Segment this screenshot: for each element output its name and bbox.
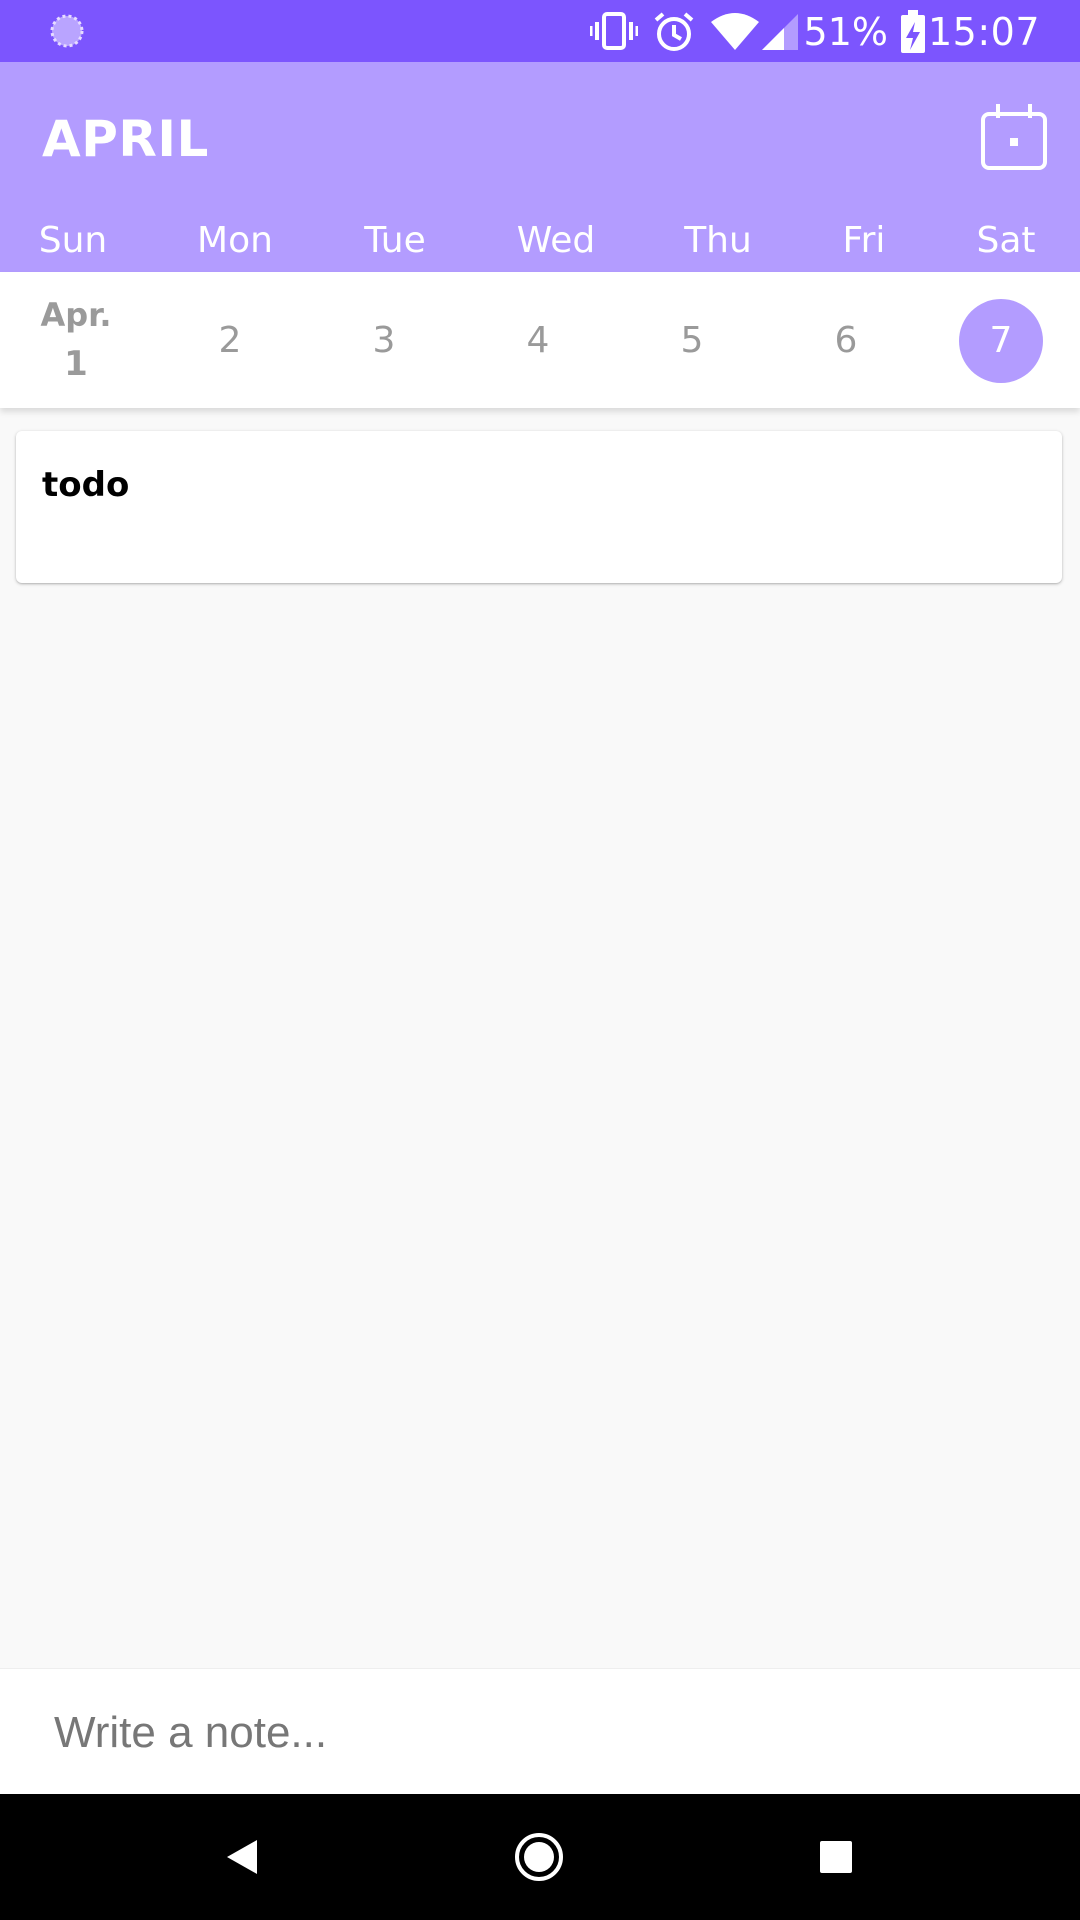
date-day-label: 3 (372, 320, 396, 361)
note-card[interactable]: todo (16, 431, 1062, 583)
date-cell-3[interactable]: 3 (309, 272, 459, 408)
weekday-sat: Sat (976, 220, 1036, 261)
date-day-label: 4 (526, 320, 550, 361)
signal-icon (762, 12, 800, 56)
month-title: APRIL (42, 110, 209, 168)
loading-icon (48, 12, 86, 54)
date-day-label: 1 (64, 344, 88, 384)
clock: 15:07 (927, 10, 1040, 54)
date-cell-selected[interactable]: 7 (926, 272, 1076, 408)
date-day-label: 5 (680, 320, 704, 361)
date-day-label: 7 (989, 320, 1013, 361)
weekday-sun: Sun (38, 220, 108, 261)
wifi-icon (710, 12, 760, 56)
calendar-button[interactable] (980, 102, 1050, 172)
note-input[interactable] (52, 1695, 1036, 1771)
weekday-mon: Mon (197, 220, 273, 261)
home-icon (506, 1833, 572, 1894)
date-cell-6[interactable]: 6 (771, 272, 921, 408)
recents-button[interactable] (803, 1824, 869, 1890)
app-header: APRIL Sun Mon Tue Wed Thu Fri Sat (0, 62, 1080, 272)
calendar-icon (980, 104, 1050, 176)
date-cell-5[interactable]: 5 (617, 272, 767, 408)
back-button[interactable] (209, 1824, 275, 1890)
date-cell-1[interactable]: Apr. 1 (1, 272, 151, 408)
weekday-thu: Thu (684, 220, 752, 261)
home-button[interactable] (506, 1824, 572, 1890)
alarm-icon (652, 10, 696, 58)
date-strip: Apr. 1 2 3 4 5 6 7 (0, 272, 1080, 408)
weekday-tue: Tue (364, 220, 426, 261)
battery-charging-icon (900, 10, 926, 58)
vibrate-icon (589, 10, 639, 56)
date-day-label: 6 (834, 320, 858, 361)
date-cell-2[interactable]: 2 (155, 272, 305, 408)
weekday-fri: Fri (842, 220, 886, 261)
date-month-label: Apr. (40, 296, 112, 334)
note-input-bar (0, 1668, 1080, 1795)
battery-percent: 51% (803, 10, 888, 54)
back-icon (209, 1840, 275, 1894)
weekday-wed: Wed (516, 220, 596, 261)
navigation-bar (0, 1794, 1080, 1920)
date-day-label: 2 (218, 320, 242, 361)
date-cell-4[interactable]: 4 (463, 272, 613, 408)
recents-icon (803, 1841, 869, 1894)
status-bar: 51% 15:07 (0, 0, 1080, 62)
note-title: todo (42, 465, 130, 505)
